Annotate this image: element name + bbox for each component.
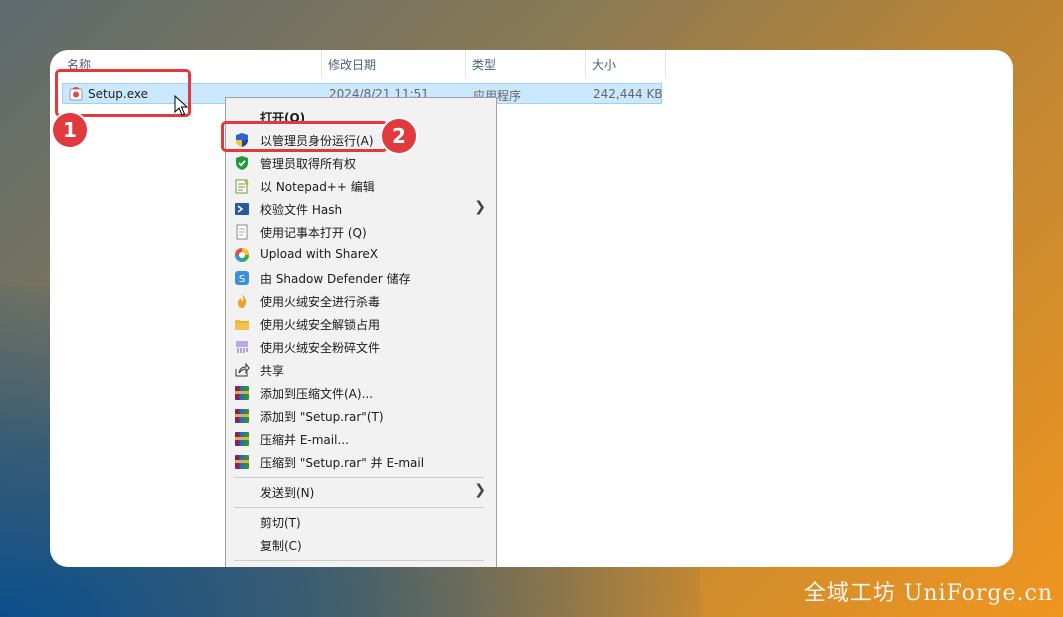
menu-item-hash[interactable]: 校验文件 Hash ❯ — [226, 198, 496, 220]
shadow-defender-icon: S — [234, 270, 250, 286]
step-badge-2: 2 — [380, 117, 418, 155]
column-size[interactable]: 大小 — [592, 56, 616, 73]
menu-item-label: 复制(C) — [260, 539, 302, 553]
menu-item-label: 使用记事本打开 (Q) — [260, 226, 367, 240]
file-size: 242,444 KB — [593, 87, 663, 101]
menu-item-label: Upload with ShareX — [260, 247, 378, 261]
menu-item-huorong-scan[interactable]: 使用火绒安全进行杀毒 — [226, 290, 496, 312]
menu-item-label: 添加到 "Setup.rar"(T) — [260, 410, 384, 424]
menu-item-notepadpp[interactable]: 以 Notepad++ 编辑 — [226, 175, 496, 197]
menu-item-label: 发送到(N) — [260, 486, 315, 500]
menu-item-label: 共享 — [260, 364, 285, 378]
column-divider[interactable] — [585, 50, 586, 78]
menu-item-label: 管理员取得所有权 — [260, 157, 357, 171]
menu-item-shadow-defender[interactable]: S 由 Shadow Defender 储存 — [226, 267, 496, 289]
svg-text:S: S — [239, 274, 245, 285]
menu-item-huorong-unlock[interactable]: 使用火绒安全解锁占用 — [226, 313, 496, 335]
step-badge-1: 1 — [51, 111, 89, 149]
shredder-icon — [234, 339, 250, 355]
menu-item-compress-email[interactable]: 压缩并 E-mail... — [226, 428, 496, 450]
winrar-icon — [234, 454, 250, 470]
menu-item-notepad[interactable]: 使用记事本打开 (Q) — [226, 221, 496, 243]
share-icon — [234, 362, 250, 378]
file-explorer-window: ˄ 名称 修改日期 类型 大小 Setup.exe 2024/8/21 11:5… — [50, 50, 1013, 567]
menu-item-cut[interactable]: 剪切(T) — [226, 511, 496, 533]
menu-item-copy[interactable]: 复制(C) — [226, 534, 496, 556]
submenu-arrow-icon: ❯ — [474, 199, 486, 215]
highlight-box-run-as-admin — [221, 121, 388, 152]
column-divider[interactable] — [665, 50, 666, 78]
sharex-icon — [234, 247, 250, 263]
menu-item-label: 校验文件 Hash — [260, 203, 343, 217]
menu-item-take-ownership[interactable]: 管理员取得所有权 — [226, 152, 496, 174]
menu-item-label: 剪切(T) — [260, 516, 301, 530]
folder-unlock-icon — [234, 316, 250, 332]
menu-item-label: 使用火绒安全进行杀毒 — [260, 295, 381, 309]
winrar-icon — [234, 385, 250, 401]
column-date[interactable]: 修改日期 — [328, 56, 376, 73]
submenu-arrow-icon: ❯ — [474, 482, 486, 498]
powershell-icon — [234, 201, 250, 217]
column-divider[interactable] — [465, 50, 466, 78]
menu-item-sharex[interactable]: Upload with ShareX — [226, 244, 496, 266]
menu-item-huorong-shred[interactable]: 使用火绒安全粉碎文件 — [226, 336, 496, 358]
huorong-icon — [234, 293, 250, 309]
notepad-icon — [234, 224, 250, 240]
menu-item-label: 添加到压缩文件(A)... — [260, 387, 374, 401]
menu-item-add-archive[interactable]: 添加到压缩文件(A)... — [226, 382, 496, 404]
menu-item-label: 压缩到 "Setup.rar" 并 E-mail — [260, 456, 425, 470]
column-header: ˄ 名称 修改日期 类型 大小 — [50, 50, 1013, 78]
menu-item-label: 使用火绒安全粉碎文件 — [260, 341, 381, 355]
mouse-cursor-icon — [174, 95, 189, 116]
menu-item-label: 压缩并 E-mail... — [260, 433, 349, 447]
green-shield-icon — [234, 155, 250, 171]
highlight-box-file — [55, 69, 191, 117]
watermark: 全域工坊 UniForge.cn — [803, 581, 1053, 606]
context-menu: 打开(O) 以管理员身份运行(A) 管理员取得所有权 以 Notepad++ 编… — [225, 97, 497, 567]
menu-item-compress-setup-email[interactable]: 压缩到 "Setup.rar" 并 E-mail — [226, 451, 496, 473]
menu-separator — [234, 560, 484, 561]
menu-item-label: 以 Notepad++ 编辑 — [260, 180, 375, 194]
column-type[interactable]: 类型 — [472, 56, 496, 73]
winrar-icon — [234, 408, 250, 424]
menu-separator — [234, 477, 484, 478]
sort-ascending-icon: ˄ — [187, 50, 193, 57]
menu-item-share[interactable]: 共享 — [226, 359, 496, 381]
column-divider[interactable] — [321, 50, 322, 78]
menu-item-label: 使用火绒安全解锁占用 — [260, 318, 381, 332]
winrar-icon — [234, 431, 250, 447]
notepadpp-icon — [234, 178, 250, 194]
menu-item-add-setup-rar[interactable]: 添加到 "Setup.rar"(T) — [226, 405, 496, 427]
menu-item-label: 由 Shadow Defender 储存 — [260, 272, 411, 286]
menu-separator — [234, 507, 484, 508]
menu-item-send-to[interactable]: 发送到(N) ❯ — [226, 481, 496, 503]
